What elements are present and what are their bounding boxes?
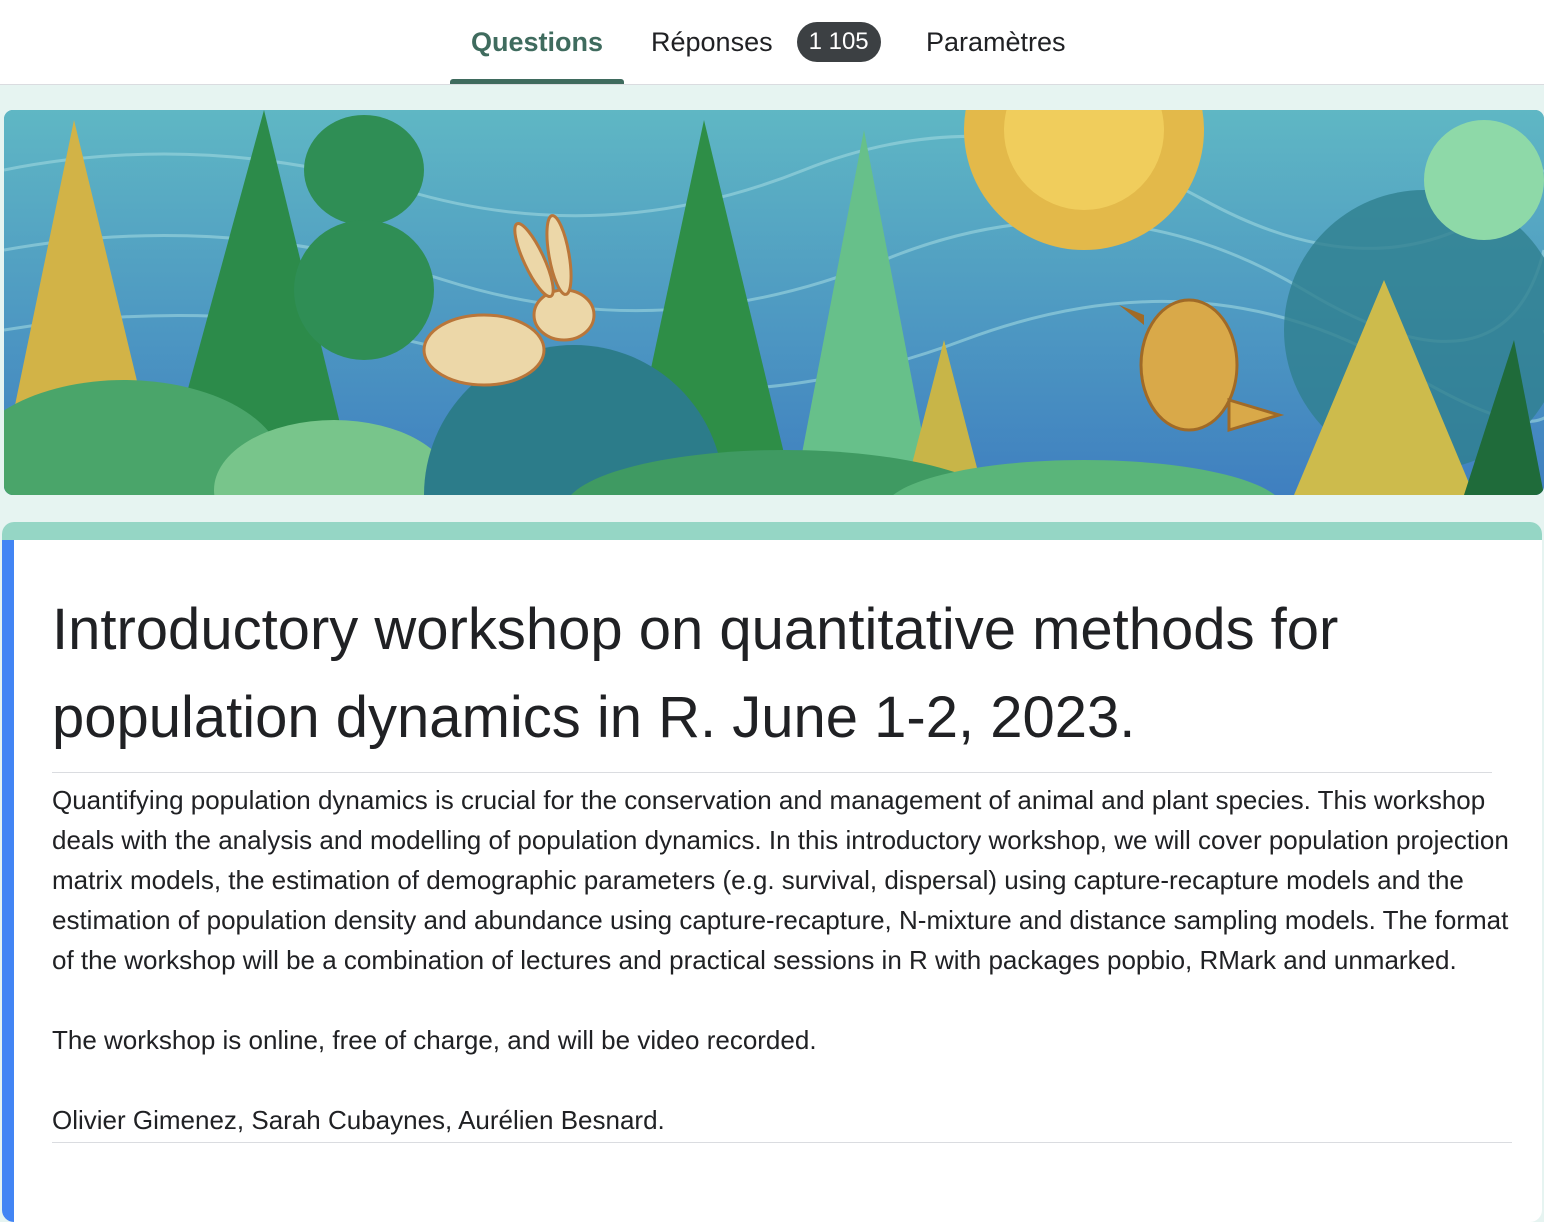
description-paragraph: The workshop is online, free of charge, … <box>52 1025 817 1055</box>
tab-settings-label: Paramètres <box>926 26 1066 57</box>
responses-count-badge: 1 105 <box>796 22 881 62</box>
card-color-strip <box>2 522 1542 540</box>
top-tab-bar: Questions Réponses 1 105 Paramètres <box>0 0 1544 85</box>
active-tab-indicator <box>450 79 624 84</box>
card-focus-bar <box>2 540 14 1222</box>
form-description[interactable]: Quantifying population dynamics is cruci… <box>52 780 1512 1143</box>
description-authors: Olivier Gimenez, Sarah Cubaynes, Aurélie… <box>52 1105 665 1135</box>
tab-settings[interactable]: Paramètres <box>926 0 1066 84</box>
form-title[interactable]: Introductory workshop on quantitative me… <box>52 586 1492 773</box>
form-header-card: Introductory workshop on quantitative me… <box>2 522 1542 1222</box>
forest-illustration <box>4 110 1544 495</box>
tab-questions-label: Questions <box>470 26 604 57</box>
tab-responses[interactable]: Réponses 1 105 <box>651 0 881 84</box>
tab-responses-label: Réponses <box>651 26 773 57</box>
form-header-image <box>4 110 1544 495</box>
description-paragraph: Quantifying population dynamics is cruci… <box>52 785 1509 975</box>
tab-questions[interactable]: Questions <box>450 0 624 84</box>
